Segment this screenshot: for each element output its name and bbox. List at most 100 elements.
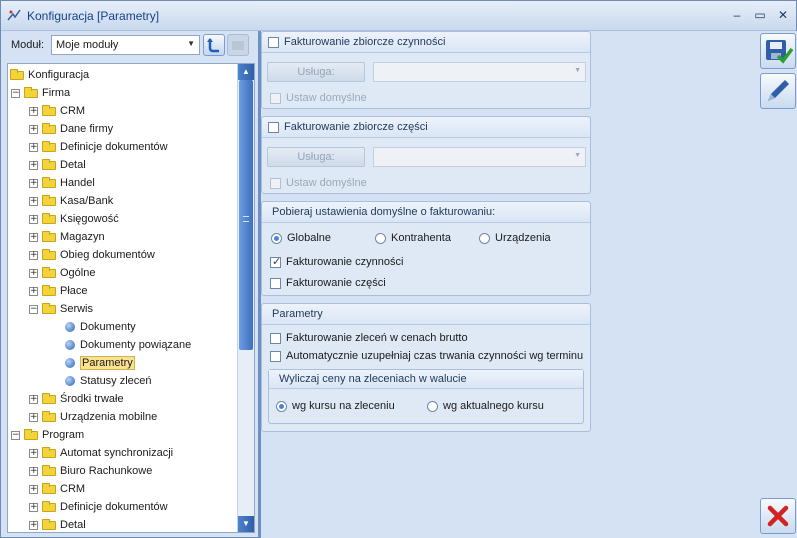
- expand-icon[interactable]: +: [29, 286, 38, 296]
- config-tree[interactable]: ▲ ▼ Konfiguracja − Firma + CRM + Dane firmy + De…: [7, 63, 255, 533]
- checkbox[interactable]: [270, 332, 281, 344]
- tree-item[interactable]: Dokumenty powiązane: [65, 336, 191, 354]
- radio-button[interactable]: [276, 400, 287, 412]
- usluga-button[interactable]: Usługa:: [267, 147, 365, 167]
- maximize-button[interactable]: ▭: [751, 7, 769, 23]
- tree-item[interactable]: + Biuro Rachunkowe: [29, 462, 152, 480]
- tree-item[interactable]: + Obieg dokumentów: [29, 246, 155, 264]
- close-window-button[interactable]: ✕: [774, 7, 792, 23]
- fakturowanie-czesci-checkbox[interactable]: [268, 121, 279, 133]
- refresh-button[interactable]: [203, 34, 225, 56]
- radio-button[interactable]: [479, 232, 490, 244]
- expand-icon[interactable]: +: [29, 196, 38, 206]
- ustaw-domyslne-checkbox[interactable]: [270, 92, 281, 104]
- expand-icon[interactable]: +: [29, 502, 38, 512]
- expand-icon[interactable]: +: [29, 268, 38, 278]
- radio-kontrahenta[interactable]: Kontrahenta: [375, 232, 451, 244]
- tree-item[interactable]: + Detal: [29, 156, 86, 174]
- ustaw-domyslne-row[interactable]: Ustaw domyślne: [270, 92, 367, 104]
- tree-item[interactable]: + Magazyn: [29, 228, 105, 246]
- expand-icon[interactable]: +: [29, 466, 38, 476]
- checkbox[interactable]: [270, 277, 281, 289]
- tree-item[interactable]: + CRM: [29, 480, 85, 498]
- return-arrow-icon: [207, 38, 219, 53]
- tree-item-label: Biuro Rachunkowe: [60, 465, 153, 477]
- expand-icon[interactable]: +: [29, 142, 38, 152]
- tree-item[interactable]: + Płace: [29, 282, 88, 300]
- tree-item[interactable]: + Definicje dokumentów: [29, 498, 168, 516]
- radio-kurs-zlecenia[interactable]: wg kursu na zleceniu: [276, 400, 395, 412]
- tree-item[interactable]: + CRM: [29, 102, 85, 120]
- expand-icon[interactable]: +: [29, 160, 38, 170]
- folder-icon: [42, 194, 56, 206]
- checkbox-label: Fakturowanie części: [286, 277, 386, 289]
- tree-item[interactable]: Konfiguracja: [10, 66, 89, 84]
- radio-button[interactable]: [427, 400, 438, 412]
- tree-item[interactable]: Dokumenty: [65, 318, 136, 336]
- expand-icon[interactable]: +: [29, 232, 38, 242]
- usluga-button[interactable]: Usługa:: [267, 62, 365, 82]
- collapse-icon[interactable]: −: [11, 88, 20, 98]
- tree-item[interactable]: + Urządzenia mobilne: [29, 408, 157, 426]
- folder-icon: [24, 86, 38, 98]
- tree-item[interactable]: + Ogólne: [29, 264, 95, 282]
- checkbox[interactable]: [270, 350, 281, 362]
- expand-icon[interactable]: +: [29, 412, 38, 422]
- tree-item[interactable]: + Handel: [29, 174, 95, 192]
- tree-item[interactable]: − Program: [11, 426, 84, 444]
- radio-kurs-aktualny[interactable]: wg aktualnego kursu: [427, 400, 544, 412]
- tree-item[interactable]: + Dane firmy: [29, 120, 113, 138]
- tree-item-label: Serwis: [60, 303, 94, 315]
- group-fakturowanie-czynnosci: Fakturowanie zbiorcze czynności Usługa: …: [261, 31, 591, 109]
- fakturowanie-czynnosci-checkbox[interactable]: [268, 36, 279, 48]
- expand-icon[interactable]: +: [29, 106, 38, 116]
- save-button[interactable]: [760, 33, 796, 69]
- radio-button[interactable]: [271, 232, 282, 244]
- check-fakturowanie-czynnosci[interactable]: ✓ Fakturowanie czynności: [270, 255, 403, 268]
- ustaw-domyslne-checkbox[interactable]: [270, 177, 281, 189]
- edit-button[interactable]: [760, 73, 796, 109]
- tree-item[interactable]: + Środki trwałe: [29, 390, 124, 408]
- usluga-combo[interactable]: ▼: [373, 147, 586, 167]
- usluga-combo[interactable]: ▼: [373, 62, 586, 82]
- expand-icon[interactable]: +: [29, 124, 38, 134]
- tree-scrollbar[interactable]: ▲ ▼: [237, 64, 254, 532]
- scroll-thumb[interactable]: [239, 80, 253, 350]
- disabled-toolbar-button[interactable]: [227, 34, 249, 56]
- ustaw-domyslne-row[interactable]: Ustaw domyślne: [270, 177, 367, 189]
- tree-item[interactable]: + Kasa/Bank: [29, 192, 113, 210]
- expand-icon[interactable]: +: [29, 394, 38, 404]
- check-ceny-brutto[interactable]: Fakturowanie zleceń w cenach brutto: [270, 332, 468, 344]
- radio-urzadzenia[interactable]: Urządzenia: [479, 232, 551, 244]
- collapse-icon[interactable]: −: [11, 430, 20, 440]
- checkbox-checked[interactable]: ✓: [270, 255, 281, 268]
- tree-item-label: Firma: [42, 87, 71, 99]
- tree-item[interactable]: Statusy zleceń: [65, 372, 152, 390]
- cancel-button[interactable]: [760, 498, 796, 534]
- tree-item[interactable]: − Serwis: [29, 300, 93, 318]
- modul-select[interactable]: Moje moduły ▼: [51, 35, 200, 55]
- check-auto-czas[interactable]: Automatycznie uzupełniaj czas trwania cz…: [270, 350, 583, 362]
- tree-item[interactable]: Parametry: [65, 354, 135, 372]
- expand-icon[interactable]: +: [29, 448, 38, 458]
- radio-globalne[interactable]: Globalne: [271, 232, 331, 244]
- radio-button[interactable]: [375, 232, 386, 244]
- expand-icon[interactable]: +: [29, 484, 38, 494]
- tree-item[interactable]: + Definicje dokumentów: [29, 138, 168, 156]
- tree-item-label: Magazyn: [60, 231, 105, 243]
- expand-icon[interactable]: +: [29, 214, 38, 224]
- expand-icon[interactable]: +: [29, 178, 38, 188]
- chevron-down-icon: ▼: [574, 152, 581, 159]
- check-fakturowanie-czesci[interactable]: Fakturowanie części: [270, 277, 386, 289]
- expand-icon[interactable]: +: [29, 250, 38, 260]
- expand-icon[interactable]: +: [29, 520, 38, 530]
- scroll-up-icon[interactable]: ▲: [238, 64, 254, 80]
- collapse-icon[interactable]: −: [29, 304, 38, 314]
- tree-item[interactable]: − Firma: [11, 84, 70, 102]
- tree-item[interactable]: + Detal: [29, 516, 86, 532]
- scroll-down-icon[interactable]: ▼: [238, 516, 254, 532]
- tree-item-label: Definicje dokumentów: [60, 141, 168, 153]
- tree-item[interactable]: + Automat synchronizacji: [29, 444, 173, 462]
- minimize-button[interactable]: –: [728, 7, 746, 23]
- tree-item[interactable]: + Księgowość: [29, 210, 119, 228]
